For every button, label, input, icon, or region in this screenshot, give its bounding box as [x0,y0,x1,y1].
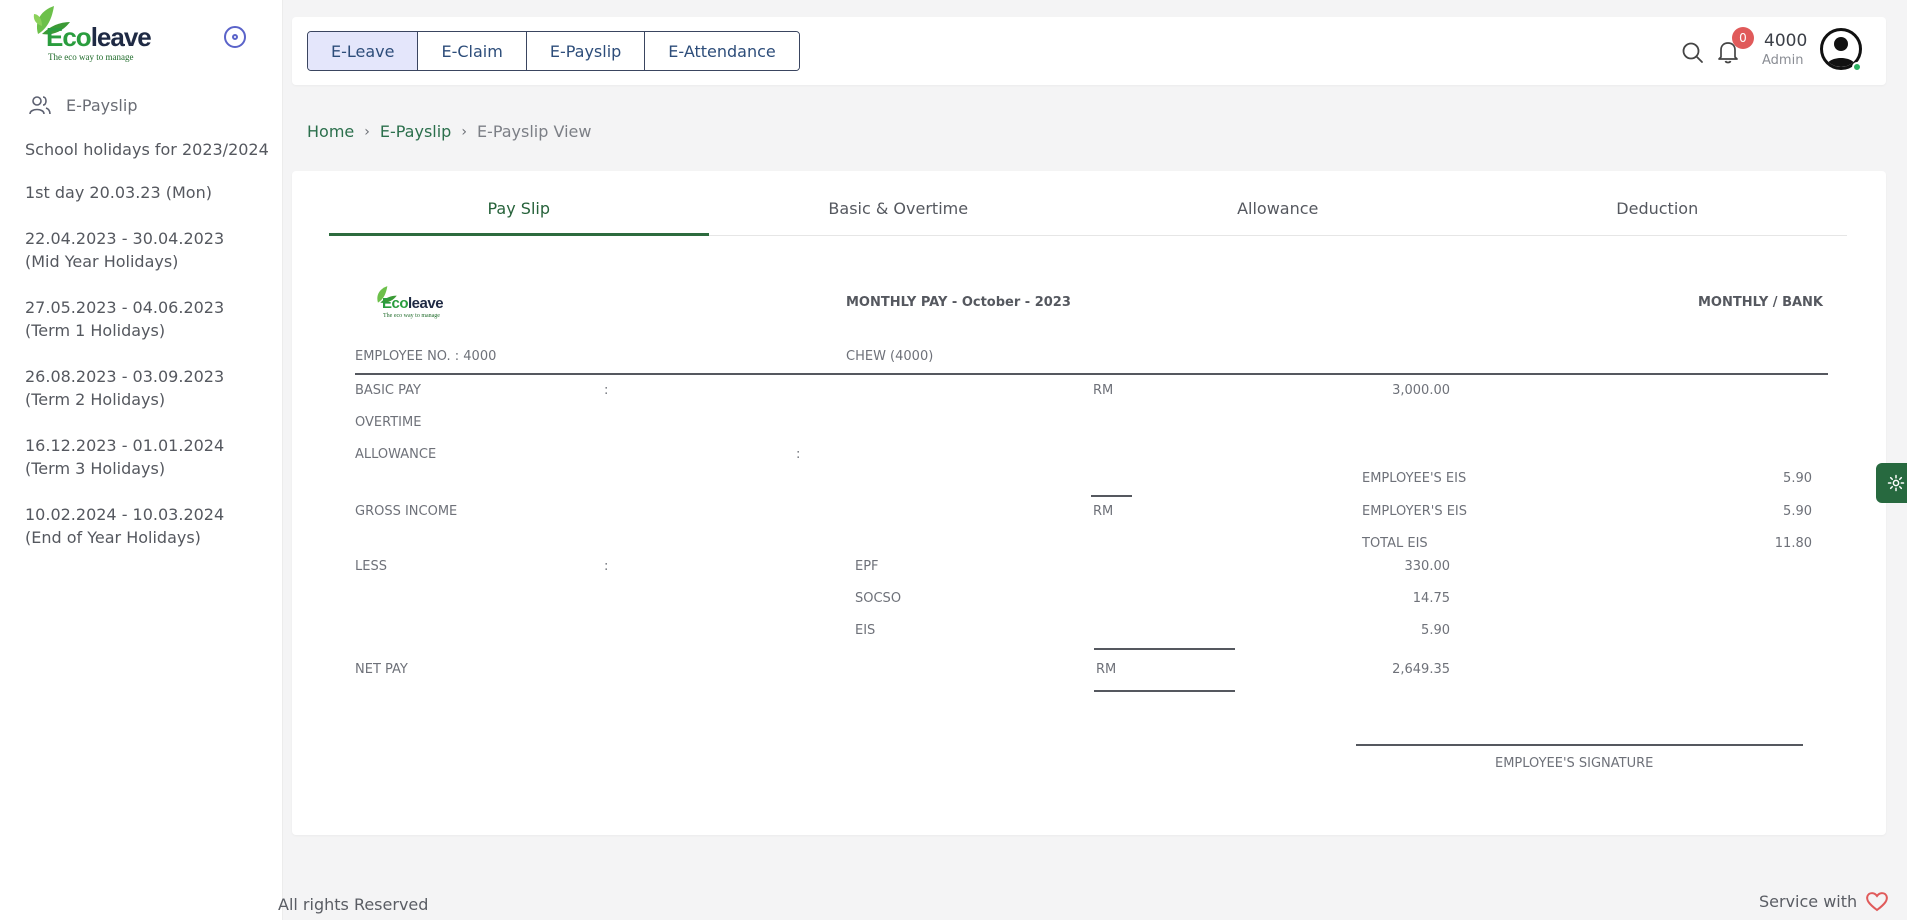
heart-icon [1866,892,1889,912]
search-icon[interactable] [1681,41,1705,65]
basic-pay-value: 3,000.00 [1392,383,1450,398]
module-button-e-claim[interactable]: E-Claim [418,32,527,70]
sidebar-collapse-button[interactable] [224,26,246,48]
eis-value: 5.90 [1783,471,1812,486]
payslip-title: MONTHLY PAY - October - 2023 [846,295,1071,310]
gross-divider [1091,495,1132,497]
basic-pay-label: BASIC PAY [355,383,421,398]
eis-label: TOTAL EIS [1362,536,1428,551]
settings-button[interactable] [1876,463,1907,503]
less-label: LESS [355,559,387,574]
net-pay-label: NET PAY [355,662,408,677]
net-pay-top-divider [1094,648,1235,650]
employee-no: EMPLOYEE NO. : 4000 [355,349,497,364]
holiday-entry: 22.04.2023 - 30.04.2023 (Mid Year Holiday… [25,229,225,271]
users-icon [29,96,51,115]
holiday-entry: 27.05.2023 - 04.06.2023 (Term 1 Holidays) [25,298,225,340]
eis-label: EMPLOYER'S EIS [1362,504,1468,519]
chevron-right-icon: › [461,123,467,140]
deduction-label: EPF [855,559,879,574]
deduction-label: SOCSO [855,591,902,606]
allowance-label: ALLOWANCE [355,447,437,462]
top-header: E-Leave E-Claim E-Payslip E-Attendance 0… [292,17,1886,85]
tab-allowance[interactable]: Allowance [1088,171,1468,235]
net-pay-value: 2,649.35 [1392,662,1450,677]
breadcrumb: Home › E-Payslip › E-Payslip View [307,122,591,141]
app-logo[interactable]: Ecoleave The eco way to manage [28,4,152,64]
sidebar-item-e-payslip[interactable]: E-Payslip [28,94,137,116]
payslip-tabs: Pay Slip Basic & Overtime Allowance Dedu… [329,171,1847,236]
eis-value: 11.80 [1774,536,1812,551]
gear-icon [1887,474,1905,492]
header-divider [355,373,1828,375]
user-role: Admin [1762,53,1804,68]
holiday-entry: 16.12.2023 - 01.01.2024 (Term 3 Holidays) [25,436,225,478]
payslip-logo-tagline: The eco way to manage [383,313,440,319]
basic-pay-colon: : [604,383,609,398]
breadcrumb-current: E-Payslip View [476,122,592,141]
chevron-right-icon: › [364,123,370,140]
less-colon: : [604,559,609,574]
footer-service: Service with [1759,890,1889,912]
breadcrumb-home[interactable]: Home [307,122,354,141]
holiday-entry: 1st day 20.03.23 (Mon) [25,183,212,202]
deduction-value: 5.90 [1421,623,1450,638]
module-button-e-attendance[interactable]: E-Attendance [645,32,799,70]
employee-name: CHEW (4000) [846,349,934,364]
payslip-card: Pay Slip Basic & Overtime Allowance Dedu… [292,171,1886,835]
payslip-logo: Ecoleave The eco way to manage [372,285,452,325]
allowance-colon: : [796,447,801,462]
overtime-label: OVERTIME [355,415,422,430]
tab-deduction[interactable]: Deduction [1468,171,1848,235]
holiday-entry: 26.08.2023 - 03.09.2023 (Term 2 Holidays) [25,367,225,409]
eis-value: 5.90 [1783,504,1812,519]
basic-pay-currency: RM [1093,383,1114,398]
module-button-e-leave[interactable]: E-Leave [308,32,419,70]
eis-label: EMPLOYEE'S EIS [1362,471,1467,486]
footer-rights: All rights Reserved [278,895,429,914]
deduction-label: EIS [855,623,876,638]
sidebar: Ecoleave The eco way to manage E-Payslip… [0,0,283,920]
module-button-e-payslip[interactable]: E-Payslip [526,32,646,70]
user-avatar-icon [1826,37,1856,67]
net-pay-bottom-divider [1094,690,1235,692]
deduction-value: 14.75 [1412,591,1450,606]
holiday-list-title: School holidays for 2023/2024 [25,140,269,159]
breadcrumb-e-payslip[interactable]: E-Payslip [380,122,451,141]
signature-line [1356,744,1803,746]
online-status-dot [1852,62,1862,72]
net-pay-currency: RM [1096,662,1117,677]
deduction-value: 330.00 [1404,559,1451,574]
sidebar-item-label: E-Payslip [66,95,138,115]
logo-tagline: The eco way to manage [48,52,134,62]
gross-income-label: GROSS INCOME [355,504,458,519]
notification-badge: 0 [1732,27,1754,49]
tab-pay-slip[interactable]: Pay Slip [329,171,709,236]
payslip-logo-brand: Ecoleave [382,295,444,312]
holiday-entry: 10.02.2024 - 10.03.2024 (End of Year Holi… [25,505,225,547]
signature-label: EMPLOYEE'S SIGNATURE [1495,756,1654,771]
module-switcher: E-Leave E-Claim E-Payslip E-Attendance [307,31,800,71]
user-name: 4000 [1764,31,1808,51]
gross-income-currency: RM [1093,504,1114,519]
circle-dot-icon [232,34,238,40]
holiday-list: School holidays for 2023/2024 1st day 20… [25,140,275,572]
pay-mode: MONTHLY / BANK [1697,295,1823,310]
logo-brand: Ecoleave [46,22,152,52]
tab-basic-overtime[interactable]: Basic & Overtime [709,171,1089,235]
footer-service-text: Service with [1759,891,1858,911]
